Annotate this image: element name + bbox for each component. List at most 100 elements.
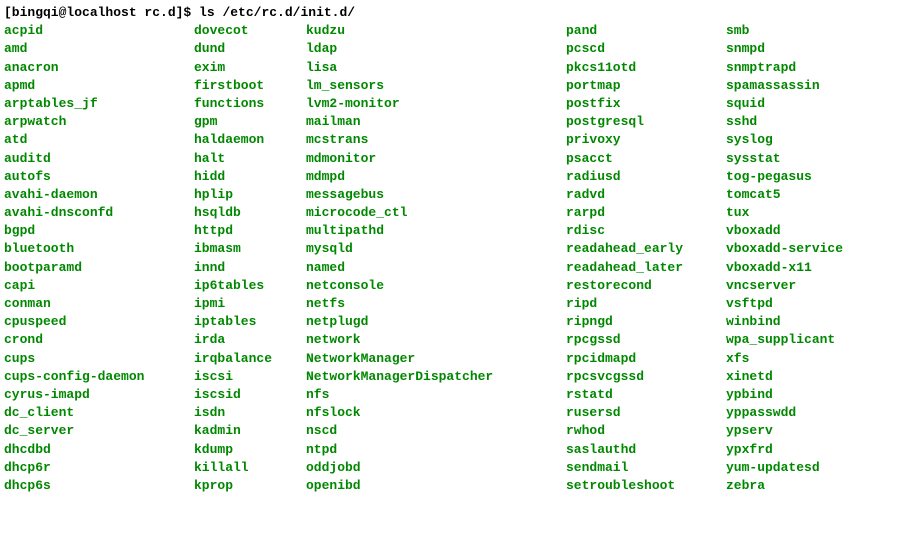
file-entry: vboxadd [726,222,870,240]
file-entry: readahead_later [566,259,710,277]
file-entry: capi [4,277,178,295]
file-entry: bootparamd [4,259,178,277]
file-entry: postfix [566,95,710,113]
file-entry: atd [4,131,178,149]
file-entry: vsftpd [726,295,870,313]
file-entry: sendmail [566,459,710,477]
file-entry: hsqldb [194,204,290,222]
file-entry: zebra [726,477,870,495]
file-entry: privoxy [566,131,710,149]
prompt-user-host: [bingqi@localhost rc.d]$ [4,5,191,20]
file-entry: amd [4,40,178,58]
file-entry: dhcdbd [4,441,178,459]
file-entry: cpuspeed [4,313,178,331]
file-entry: tog-pegasus [726,168,870,186]
file-entry: winbind [726,313,870,331]
file-entry: irqbalance [194,350,290,368]
file-entry: mcstrans [306,131,550,149]
file-entry: radiusd [566,168,710,186]
file-entry: kdump [194,441,290,459]
file-entry: tomcat5 [726,186,870,204]
file-entry: httpd [194,222,290,240]
file-entry: innd [194,259,290,277]
file-entry: iscsid [194,386,290,404]
file-entry: cups-config-daemon [4,368,178,386]
file-entry: syslog [726,131,870,149]
ls-output: acpid amd anacron apmd arptables_jf arpw… [4,22,910,495]
file-entry: rpcsvcgssd [566,368,710,386]
output-column-1: acpid amd anacron apmd arptables_jf arpw… [4,22,194,495]
file-entry: exim [194,59,290,77]
file-entry: rpcgssd [566,331,710,349]
file-entry: nfslock [306,404,550,422]
file-entry: pcscd [566,40,710,58]
file-entry: acpid [4,22,178,40]
file-entry: openibd [306,477,550,495]
file-entry: spamassassin [726,77,870,95]
prompt-command: ls /etc/rc.d/init.d/ [199,5,355,20]
file-entry: radvd [566,186,710,204]
file-entry: cups [4,350,178,368]
file-entry: kprop [194,477,290,495]
file-entry: vboxadd-x11 [726,259,870,277]
file-entry: gpm [194,113,290,131]
file-entry: sysstat [726,150,870,168]
file-entry: dund [194,40,290,58]
file-entry: arpwatch [4,113,178,131]
file-entry: psacct [566,150,710,168]
file-entry: portmap [566,77,710,95]
file-entry: NetworkManagerDispatcher [306,368,550,386]
file-entry: oddjobd [306,459,550,477]
file-entry: mailman [306,113,550,131]
file-entry: avahi-daemon [4,186,178,204]
file-entry: sshd [726,113,870,131]
file-entry: ypserv [726,422,870,440]
file-entry: ripngd [566,313,710,331]
file-entry: apmd [4,77,178,95]
file-entry: rarpd [566,204,710,222]
file-entry: snmpd [726,40,870,58]
file-entry: multipathd [306,222,550,240]
file-entry: bluetooth [4,240,178,258]
file-entry: dhcp6s [4,477,178,495]
file-entry: hidd [194,168,290,186]
file-entry: named [306,259,550,277]
file-entry: ip6tables [194,277,290,295]
file-entry: crond [4,331,178,349]
file-entry: microcode_ctl [306,204,550,222]
file-entry: ibmasm [194,240,290,258]
output-column-3: kudzu ldap lisa lm_sensors lvm2-monitor … [306,22,566,495]
file-entry: iscsi [194,368,290,386]
file-entry: rusersd [566,404,710,422]
file-entry: mdmpd [306,168,550,186]
file-entry: auditd [4,150,178,168]
file-entry: yppasswdd [726,404,870,422]
file-entry: conman [4,295,178,313]
file-entry: cyrus-imapd [4,386,178,404]
file-entry: tux [726,204,870,222]
file-entry: firstboot [194,77,290,95]
file-entry: yum-updatesd [726,459,870,477]
file-entry: snmptrapd [726,59,870,77]
file-entry: dovecot [194,22,290,40]
file-entry: pkcs11otd [566,59,710,77]
file-entry: NetworkManager [306,350,550,368]
file-entry: wpa_supplicant [726,331,870,349]
file-entry: irda [194,331,290,349]
output-column-5: smb snmpd snmptrapd spamassassin squid s… [726,22,886,495]
file-entry: dhcp6r [4,459,178,477]
file-entry: netfs [306,295,550,313]
file-entry: rstatd [566,386,710,404]
file-entry: avahi-dnsconfd [4,204,178,222]
file-entry: kadmin [194,422,290,440]
file-entry: netconsole [306,277,550,295]
file-entry: haldaemon [194,131,290,149]
file-entry: setroubleshoot [566,477,710,495]
file-entry: lvm2-monitor [306,95,550,113]
file-entry: nscd [306,422,550,440]
file-entry: ipmi [194,295,290,313]
file-entry: autofs [4,168,178,186]
file-entry: postgresql [566,113,710,131]
file-entry: xinetd [726,368,870,386]
file-entry: anacron [4,59,178,77]
